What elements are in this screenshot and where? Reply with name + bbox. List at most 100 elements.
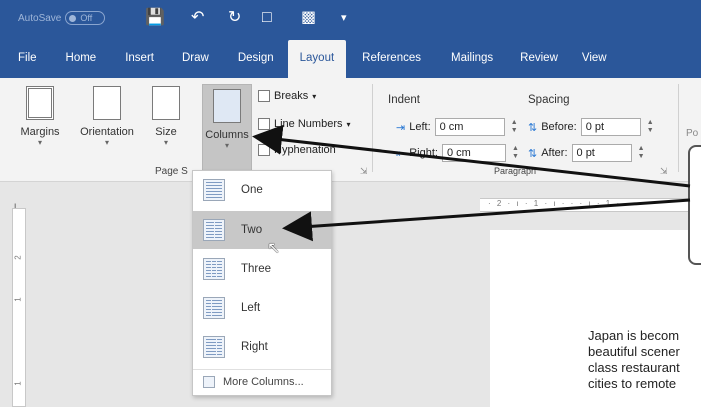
page-setup-group-label: Page S bbox=[155, 166, 188, 177]
tab-review[interactable]: Review bbox=[507, 40, 571, 78]
breaks-label: Breaks bbox=[274, 90, 309, 102]
tab-mailings[interactable]: Mailings bbox=[437, 40, 507, 78]
indent-heading: Indent bbox=[388, 94, 420, 106]
hyphenation-icon bbox=[258, 144, 270, 156]
position-label-cut: Po bbox=[686, 128, 699, 139]
orientation-button[interactable]: Orientation ▾ bbox=[76, 86, 138, 147]
line-numbers-label: Line Numbers bbox=[274, 118, 343, 130]
more-columns-item[interactable]: More Columns... bbox=[193, 369, 331, 393]
spacing-before-field[interactable]: 0 pt ▲ ▼ bbox=[580, 118, 654, 136]
margins-label: Margins bbox=[20, 126, 60, 138]
horizontal-ruler[interactable]: · 2 · ı · 1 · ı · · · ı · 1 · bbox=[480, 198, 701, 212]
column-option-one[interactable]: One bbox=[193, 171, 331, 209]
spinner-icon[interactable]: ▲ ▼ bbox=[511, 119, 518, 135]
dialog-launcher-icon[interactable]: ⇲ bbox=[360, 166, 368, 177]
spinner-icon[interactable]: ▲ ▼ bbox=[647, 119, 654, 135]
columns-button[interactable]: Columns ▾ bbox=[202, 84, 252, 172]
autosave-toggle[interactable]: Off bbox=[65, 11, 106, 25]
more-columns-label: More Columns... bbox=[223, 375, 304, 388]
autosave-label: AutoSave bbox=[18, 12, 62, 24]
column-option-left[interactable]: Left bbox=[193, 289, 331, 327]
columns-dropdown: One Two Three Left Right More Columns... bbox=[192, 170, 332, 396]
line-numbers-button[interactable]: Line Numbers ▾ bbox=[258, 118, 351, 130]
group-separator bbox=[372, 84, 373, 172]
redo-icon[interactable]: ↻ bbox=[228, 8, 241, 28]
undo-icon[interactable]: ↶ bbox=[191, 8, 204, 28]
chevron-down-icon: ▾ bbox=[37, 138, 42, 147]
dialog-launcher-icon[interactable]: ⇲ bbox=[660, 166, 668, 177]
right-column-icon bbox=[203, 336, 225, 358]
document-text[interactable]: Japan is becom beautiful scener class re… bbox=[588, 328, 701, 392]
column-option-right[interactable]: Right bbox=[193, 328, 331, 366]
tab-view[interactable]: View bbox=[571, 40, 618, 78]
tab-design[interactable]: Design bbox=[224, 40, 288, 78]
tab-file[interactable]: File bbox=[0, 40, 50, 78]
one-column-icon bbox=[203, 179, 225, 201]
size-icon bbox=[152, 86, 180, 120]
title-bar: AutoSave Off 💾 ↶ ↻ □ ▩ ▾ bbox=[0, 0, 701, 40]
columns-icon bbox=[213, 89, 241, 123]
spacing-before-value: 0 pt bbox=[585, 121, 605, 133]
spacing-before-label: Before: bbox=[541, 121, 577, 133]
autosave-control[interactable]: AutoSave Off bbox=[18, 11, 106, 25]
spacing-after-label: After: bbox=[541, 147, 568, 159]
spacing-after-icon: ⇅ bbox=[528, 147, 538, 160]
hyphenation-button[interactable]: Hyphenation bbox=[258, 144, 336, 156]
size-button[interactable]: Size ▾ bbox=[148, 86, 184, 147]
left-column-icon bbox=[203, 297, 225, 319]
spacing-before-icon: ⇅ bbox=[528, 121, 538, 134]
option-label: Left bbox=[241, 302, 261, 314]
group-separator bbox=[678, 84, 679, 172]
indent-left-icon: ⇥ bbox=[396, 121, 406, 134]
spacing-after-row: ⇅ After: 0 pt ▲ ▼ bbox=[528, 144, 645, 162]
chevron-down-icon: ▾ bbox=[312, 91, 317, 101]
option-label: One bbox=[241, 184, 263, 196]
ribbon-body: Margins ▾ Orientation ▾ Size ▾ Columns ▾… bbox=[0, 78, 701, 182]
tab-draw[interactable]: Draw bbox=[167, 40, 224, 78]
indent-right-icon: ⇤ bbox=[396, 147, 406, 160]
ruler-mark: 2 bbox=[13, 255, 23, 260]
ruler-mark: 1 bbox=[13, 381, 23, 386]
document-page[interactable]: Japan is becom beautiful scener class re… bbox=[490, 230, 701, 407]
ribbon-tabs: File Home Insert Draw Design Layout Refe… bbox=[0, 40, 701, 78]
vertical-ruler[interactable]: 2 1 1 bbox=[12, 208, 26, 407]
option-label: Three bbox=[241, 263, 272, 275]
column-option-two[interactable]: Two bbox=[193, 211, 331, 249]
indent-right-row: ⇤ Right: 0 cm ▲ ▼ bbox=[396, 144, 519, 162]
orientation-label: Orientation bbox=[80, 126, 134, 138]
column-option-three[interactable]: Three bbox=[193, 250, 331, 288]
text-line: class restaurant bbox=[588, 360, 680, 375]
paragraph-group-label: Paragraph bbox=[494, 166, 537, 176]
spacing-after-field[interactable]: 0 pt ▲ ▼ bbox=[571, 144, 645, 162]
tab-home[interactable]: Home bbox=[50, 40, 113, 78]
option-label: Two bbox=[241, 224, 263, 236]
breaks-icon bbox=[258, 90, 270, 102]
breaks-button[interactable]: Breaks ▾ bbox=[258, 90, 316, 102]
tab-references[interactable]: References bbox=[346, 40, 437, 78]
document-workspace: L · 2 · ı · 1 · ı · · · ı · 1 · 2 1 1 Ja… bbox=[0, 182, 701, 407]
text-line: Japan is becom bbox=[588, 328, 680, 343]
indent-right-field[interactable]: 0 cm ▲ ▼ bbox=[441, 144, 519, 162]
indent-left-field[interactable]: 0 cm ▲ ▼ bbox=[434, 118, 518, 136]
spacing-before-row: ⇅ Before: 0 pt ▲ ▼ bbox=[528, 118, 654, 136]
text-line: cities to remote bbox=[588, 376, 677, 391]
spinner-icon[interactable]: ▲ ▼ bbox=[512, 145, 519, 161]
open-folder-icon[interactable]: ▩ bbox=[301, 8, 316, 28]
new-doc-icon[interactable]: □ bbox=[262, 8, 272, 28]
margins-button[interactable]: Margins ▾ bbox=[20, 86, 60, 147]
autosave-state: Off bbox=[80, 13, 93, 23]
chevron-down-icon: ▾ bbox=[104, 138, 109, 147]
hyphenation-label: Hyphenation bbox=[274, 144, 336, 156]
save-icon[interactable]: 💾 bbox=[145, 8, 165, 28]
indent-right-label: Right: bbox=[409, 147, 438, 159]
mouse-cursor-icon: ↖ bbox=[267, 240, 281, 257]
tab-insert[interactable]: Insert bbox=[112, 40, 167, 78]
callout-box bbox=[688, 145, 701, 265]
orientation-icon bbox=[93, 86, 121, 120]
customize-icon[interactable]: ▾ bbox=[341, 8, 347, 28]
toggle-knob-icon bbox=[69, 14, 77, 22]
indent-left-label: Left: bbox=[409, 121, 431, 133]
three-column-icon bbox=[203, 258, 225, 280]
tab-layout[interactable]: Layout bbox=[287, 40, 347, 78]
spinner-icon[interactable]: ▲ ▼ bbox=[638, 145, 645, 161]
